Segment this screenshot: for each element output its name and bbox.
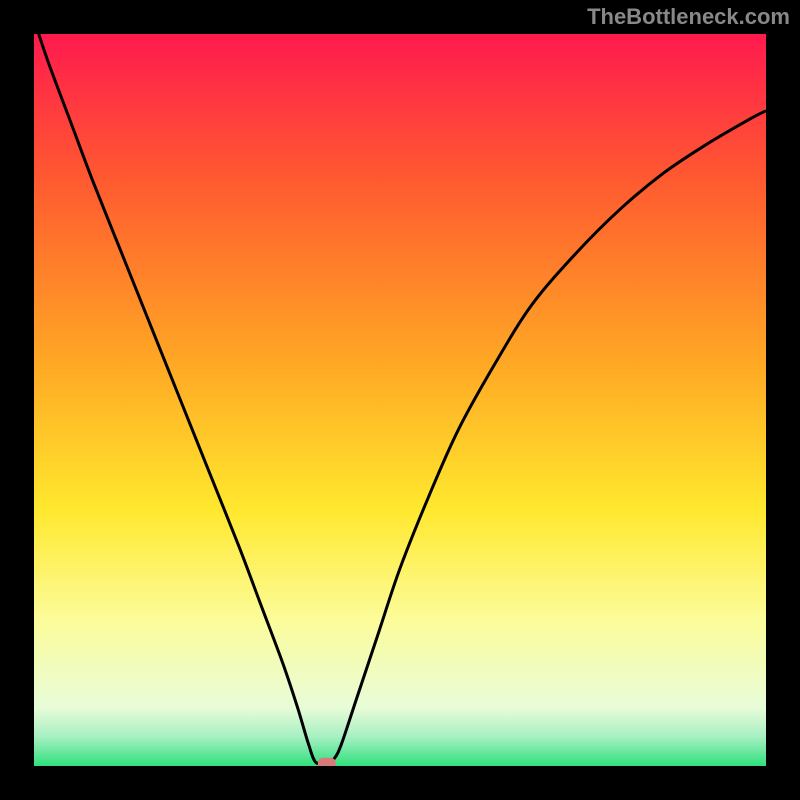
chart-container: TheBottleneck.com	[0, 0, 800, 800]
gradient-background	[34, 34, 766, 766]
watermark-text: TheBottleneck.com	[587, 4, 790, 30]
bottleneck-chart	[0, 0, 800, 800]
